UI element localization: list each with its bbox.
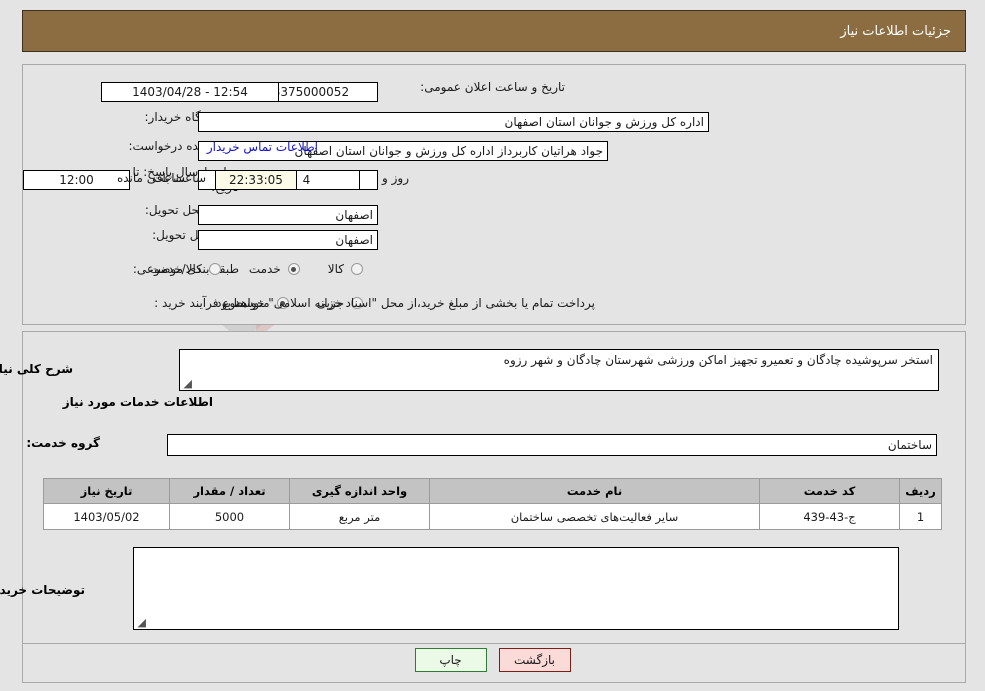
print-button[interactable]: چاپ: [414, 648, 487, 672]
category-option-kala[interactable]: کالا: [328, 262, 365, 276]
cell-quantity: 5000: [169, 503, 290, 530]
radio-icon[interactable]: [208, 263, 221, 275]
days-label-row: روز و: [382, 171, 409, 185]
payment-note-text: پرداخت تمام یا بخشی از مبلغ خرید،از محل …: [212, 296, 595, 310]
cell-service-code: ج-43-439: [759, 503, 900, 530]
category-option-label: خدمت: [248, 262, 281, 276]
category-option-label: کالا/خدمت: [149, 262, 202, 276]
resize-grip-icon[interactable]: ◢: [182, 378, 192, 389]
summary-label-row: شرح کلی نیاز:: [0, 362, 73, 376]
category-radio-group: کالا خدمت کالا/خدمت: [124, 262, 365, 276]
remaining-days-label: روز و: [382, 171, 409, 185]
table-col-quantity: تعداد / مقدار: [169, 478, 290, 504]
payment-note-row: پرداخت تمام یا بخشی از مبلغ خرید،از محل …: [212, 296, 595, 310]
need-summary-label: شرح کلی نیاز:: [0, 362, 73, 376]
footer-button-bar: بازگشت چاپ: [0, 648, 985, 672]
buyer-notes-textarea[interactable]: ◢: [133, 547, 899, 630]
radio-selected-icon[interactable]: [287, 263, 300, 275]
cell-row-no: 1: [899, 503, 942, 530]
resize-grip-icon[interactable]: ◢: [136, 617, 146, 628]
buyer-notes-label-row: توضیحات خریدار;: [0, 583, 85, 597]
countdown-field: 22:33:05: [215, 170, 297, 190]
announce-label-row: تاریخ و ساعت اعلان عمومی:: [420, 80, 565, 94]
services-table-wrapper: ردیف کد خدمت نام خدمت واحد اندازه گیری ت…: [43, 478, 942, 530]
services-heading: اطلاعات خدمات مورد نیاز: [62, 395, 213, 409]
service-group-label: گروه خدمت:: [26, 436, 100, 450]
category-option-kala-khedmat[interactable]: کالا/خدمت: [150, 262, 223, 276]
table-col-unit: واحد اندازه گیری: [289, 478, 430, 504]
table-row: 1 ج-43-439 سایر فعالیت‌های تخصصی ساختمان…: [43, 503, 942, 530]
delivery-province-field[interactable]: اصفهان: [198, 205, 378, 225]
page-title-bar: جزئیات اطلاعات نیاز: [22, 10, 966, 52]
delivery-city-field[interactable]: اصفهان: [198, 230, 378, 250]
service-group-field[interactable]: ساختمان: [167, 434, 937, 456]
page-root: AriaTender.net W جزئیات اطلاعات نیاز شما…: [0, 0, 985, 691]
services-heading-row: اطلاعات خدمات مورد نیاز: [63, 395, 213, 409]
service-group-label-row: گروه خدمت:: [26, 436, 100, 450]
back-button[interactable]: بازگشت: [498, 648, 571, 672]
category-option-khedmat[interactable]: خدمت: [249, 262, 302, 276]
category-option-label: کالا: [327, 262, 344, 276]
buyer-contact-link[interactable]: اطلاعات تماس خریدار: [207, 140, 318, 154]
announce-datetime-field[interactable]: 12:54 - 1403/04/28: [101, 82, 279, 102]
cell-need-date: 1403/05/02: [43, 503, 170, 530]
countdown-label-row: ساعت باقی مانده: [117, 171, 206, 185]
table-col-service-code: کد خدمت: [759, 478, 900, 504]
table-header-row: ردیف کد خدمت نام خدمت واحد اندازه گیری ت…: [43, 478, 942, 504]
page-title: جزئیات اطلاعات نیاز: [840, 23, 951, 39]
buyer-org-field[interactable]: اداره کل ورزش و جوانان استان اصفهان: [198, 112, 709, 132]
buyer-notes-label: توضیحات خریدار;: [0, 583, 85, 597]
deadline-time-field[interactable]: 12:00: [23, 170, 130, 190]
countdown-label: ساعت باقی مانده: [116, 171, 206, 185]
table-col-row-no: ردیف: [899, 478, 942, 504]
announce-datetime-label: تاریخ و ساعت اعلان عمومی:: [420, 80, 565, 94]
contact-link-row: اطلاعات تماس خریدار: [207, 140, 318, 154]
cell-unit: متر مربع: [289, 503, 430, 530]
table-col-need-date: تاریخ نیاز: [43, 478, 170, 504]
need-summary-value: استخر سرپوشیده چادگان و تعمیرو تجهیز اما…: [503, 353, 933, 367]
table-col-service-name: نام خدمت: [429, 478, 760, 504]
services-table: ردیف کد خدمت نام خدمت واحد اندازه گیری ت…: [43, 478, 942, 530]
cell-service-name: سایر فعالیت‌های تخصصی ساختمان: [429, 503, 760, 530]
radio-icon[interactable]: [351, 263, 363, 275]
need-summary-textarea[interactable]: استخر سرپوشیده چادگان و تعمیرو تجهیز اما…: [179, 349, 939, 391]
